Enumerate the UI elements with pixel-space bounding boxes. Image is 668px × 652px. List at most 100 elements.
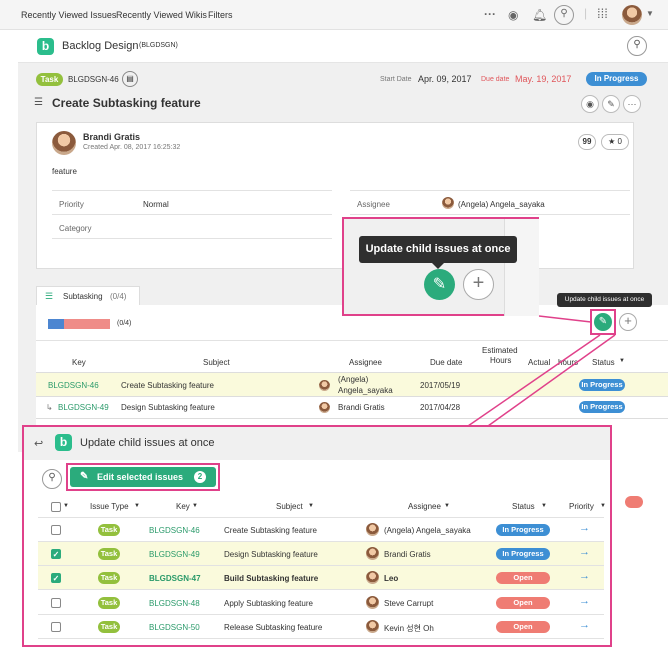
row-checkbox[interactable]: [51, 525, 61, 535]
star-button[interactable]: ★ 0: [601, 134, 629, 150]
assignee-avatar: [366, 620, 379, 633]
panel-title: Update child issues at once: [80, 437, 215, 449]
row-checkbox[interactable]: [51, 622, 61, 632]
subtask-tree-icon: ☰: [34, 97, 43, 108]
add-subtask-button-zoomed[interactable]: +: [463, 269, 494, 300]
divider: [350, 190, 630, 191]
apps-grid-icon[interactable]: ⁞⁞⁞: [597, 6, 608, 21]
row-status[interactable]: Open: [496, 572, 550, 584]
table-row[interactable]: ✓ Task BLGDSGN-47 Build Subtasking feature L…: [38, 566, 604, 590]
nav-recently-viewed-wikis[interactable]: Recently Viewed Wikis: [116, 10, 207, 20]
col-subject[interactable]: Subject: [276, 502, 303, 511]
row-checkbox[interactable]: [51, 598, 61, 608]
author-name[interactable]: Brandi Gratis: [83, 132, 140, 142]
col-subject[interactable]: Subject: [203, 358, 230, 367]
issue-status-badge[interactable]: In Progress: [586, 72, 647, 86]
col-assignee[interactable]: Assignee: [408, 502, 441, 511]
update-child-issues-button[interactable]: ✎: [594, 313, 612, 331]
table-row[interactable]: ✓ Task BLGDSGN-49 Design Subtasking feature…: [38, 542, 604, 566]
row-subject[interactable]: Release Subtasking feature: [224, 623, 322, 632]
divider: [52, 238, 332, 239]
nav-filters[interactable]: Filters: [208, 10, 233, 20]
copy-key-icon[interactable]: ▤: [122, 71, 138, 87]
row-subject[interactable]: Build Subtasking feature: [224, 574, 318, 583]
row-assignee: Kevin 성현 Oh: [384, 624, 434, 633]
add-subtask-button[interactable]: +: [619, 313, 637, 331]
row-key[interactable]: BLGDSGN-48: [149, 599, 200, 608]
table-row[interactable]: Task BLGDSGN-50 Release Subtasking feature…: [38, 615, 604, 639]
edit-note-icon: ✎: [80, 471, 89, 482]
col-priority[interactable]: Priority: [569, 502, 594, 511]
selected-count-badge: 2: [194, 471, 206, 483]
row-assignee: Brandi Gratis: [384, 550, 431, 559]
more-actions-icon[interactable]: ···: [623, 95, 641, 113]
col-estimated[interactable]: Estimated: [482, 346, 518, 355]
col-status[interactable]: Status: [592, 358, 615, 367]
row-subject[interactable]: Design Subtasking feature: [224, 550, 318, 559]
plus-icon: +: [472, 272, 485, 294]
back-icon[interactable]: ↩: [34, 437, 43, 450]
watch-issue-icon[interactable]: ◉: [581, 95, 599, 113]
star-count: 0: [617, 137, 622, 146]
row-checkbox[interactable]: ✓: [51, 573, 61, 583]
row-key[interactable]: BLGDSGN-46: [149, 526, 200, 535]
more-icon[interactable]: ···: [484, 7, 496, 21]
row-status[interactable]: In Progress: [496, 524, 550, 536]
col-key[interactable]: Key: [176, 502, 190, 511]
panel-search-icon[interactable]: ⚲: [42, 469, 62, 489]
col-issue-type[interactable]: Issue Type: [90, 502, 129, 511]
subtasking-tab-label: Subtasking: [63, 292, 103, 301]
table-row[interactable]: Task BLGDSGN-46 Create Subtasking feature (…: [38, 518, 604, 542]
issue-title: Create Subtasking feature: [52, 96, 201, 110]
update-child-issues-button-zoomed[interactable]: ✎: [424, 269, 455, 300]
row-key[interactable]: BLGDSGN-46: [48, 381, 99, 390]
row-subject[interactable]: Apply Subtasking feature: [224, 599, 313, 608]
row-key[interactable]: BLGDSGN-50: [149, 623, 200, 632]
project-key: (BLGDSGN): [139, 42, 178, 49]
search-icon[interactable]: ⚲: [554, 5, 574, 25]
due-date-value: May. 19, 2017: [515, 74, 572, 84]
row-key[interactable]: BLGDSGN-49: [149, 550, 200, 559]
row-status[interactable]: In Progress: [496, 548, 550, 560]
row-key[interactable]: BLGDSGN-49: [58, 403, 109, 412]
sort-icon: ▼: [600, 503, 606, 509]
table-row[interactable]: Task BLGDSGN-48 Apply Subtasking feature St…: [38, 591, 604, 615]
select-all-checkbox[interactable]: [51, 502, 61, 512]
row-status[interactable]: In Progress: [579, 379, 625, 391]
quote-button[interactable]: 99: [578, 134, 596, 150]
row-key[interactable]: BLGDSGN-47: [149, 574, 201, 583]
row-subject[interactable]: Design Subtasking feature: [121, 403, 215, 412]
edit-issue-icon[interactable]: ✎: [602, 95, 620, 113]
col-due-date[interactable]: Due date: [430, 358, 462, 367]
tab-subtasking[interactable]: ☰ Subtasking (0/4): [36, 286, 140, 306]
user-avatar[interactable]: [622, 5, 642, 25]
project-search-icon[interactable]: ⚲: [627, 36, 647, 56]
row-status[interactable]: In Progress: [579, 401, 625, 413]
col-assignee[interactable]: Assignee: [349, 358, 382, 367]
row-status[interactable]: Open: [496, 597, 550, 609]
col-status[interactable]: Status: [512, 502, 535, 511]
table-row[interactable]: ↳ BLGDSGN-49 Design Subtasking feature B…: [36, 397, 668, 419]
row-assignee: (Angela) Angela_sayaka: [384, 526, 471, 535]
edit-selected-issues-button[interactable]: ✎ Edit selected issues 2: [70, 467, 216, 487]
row-subject[interactable]: Create Subtasking feature: [224, 526, 317, 535]
row-assignee: Leo: [384, 574, 399, 583]
nav-recently-viewed-issues[interactable]: Recently Viewed Issues: [21, 10, 116, 20]
assignee-avatar: [442, 197, 454, 209]
row-checkbox[interactable]: ✓: [51, 549, 61, 559]
chevron-down-icon[interactable]: ▼: [63, 503, 69, 509]
chevron-down-icon[interactable]: ▼: [646, 9, 654, 18]
row-subject[interactable]: Create Subtasking feature: [121, 381, 214, 390]
assignee-avatar: [319, 380, 330, 391]
col-actual[interactable]: Actual: [528, 358, 550, 367]
row-issue-type: Task: [98, 621, 120, 633]
row-status[interactable]: Open: [496, 621, 550, 633]
notification-bell-icon[interactable]: 🔔︎: [532, 8, 547, 22]
row-due-date: 2017/04/28: [420, 403, 461, 412]
project-name[interactable]: Backlog Design: [62, 40, 138, 52]
watch-icon[interactable]: ◉: [508, 8, 518, 22]
divider: [36, 340, 668, 341]
row-status-partial: [625, 496, 643, 508]
col-key[interactable]: Key: [72, 358, 86, 367]
table-row[interactable]: BLGDSGN-46 Create Subtasking feature (An…: [36, 372, 668, 397]
